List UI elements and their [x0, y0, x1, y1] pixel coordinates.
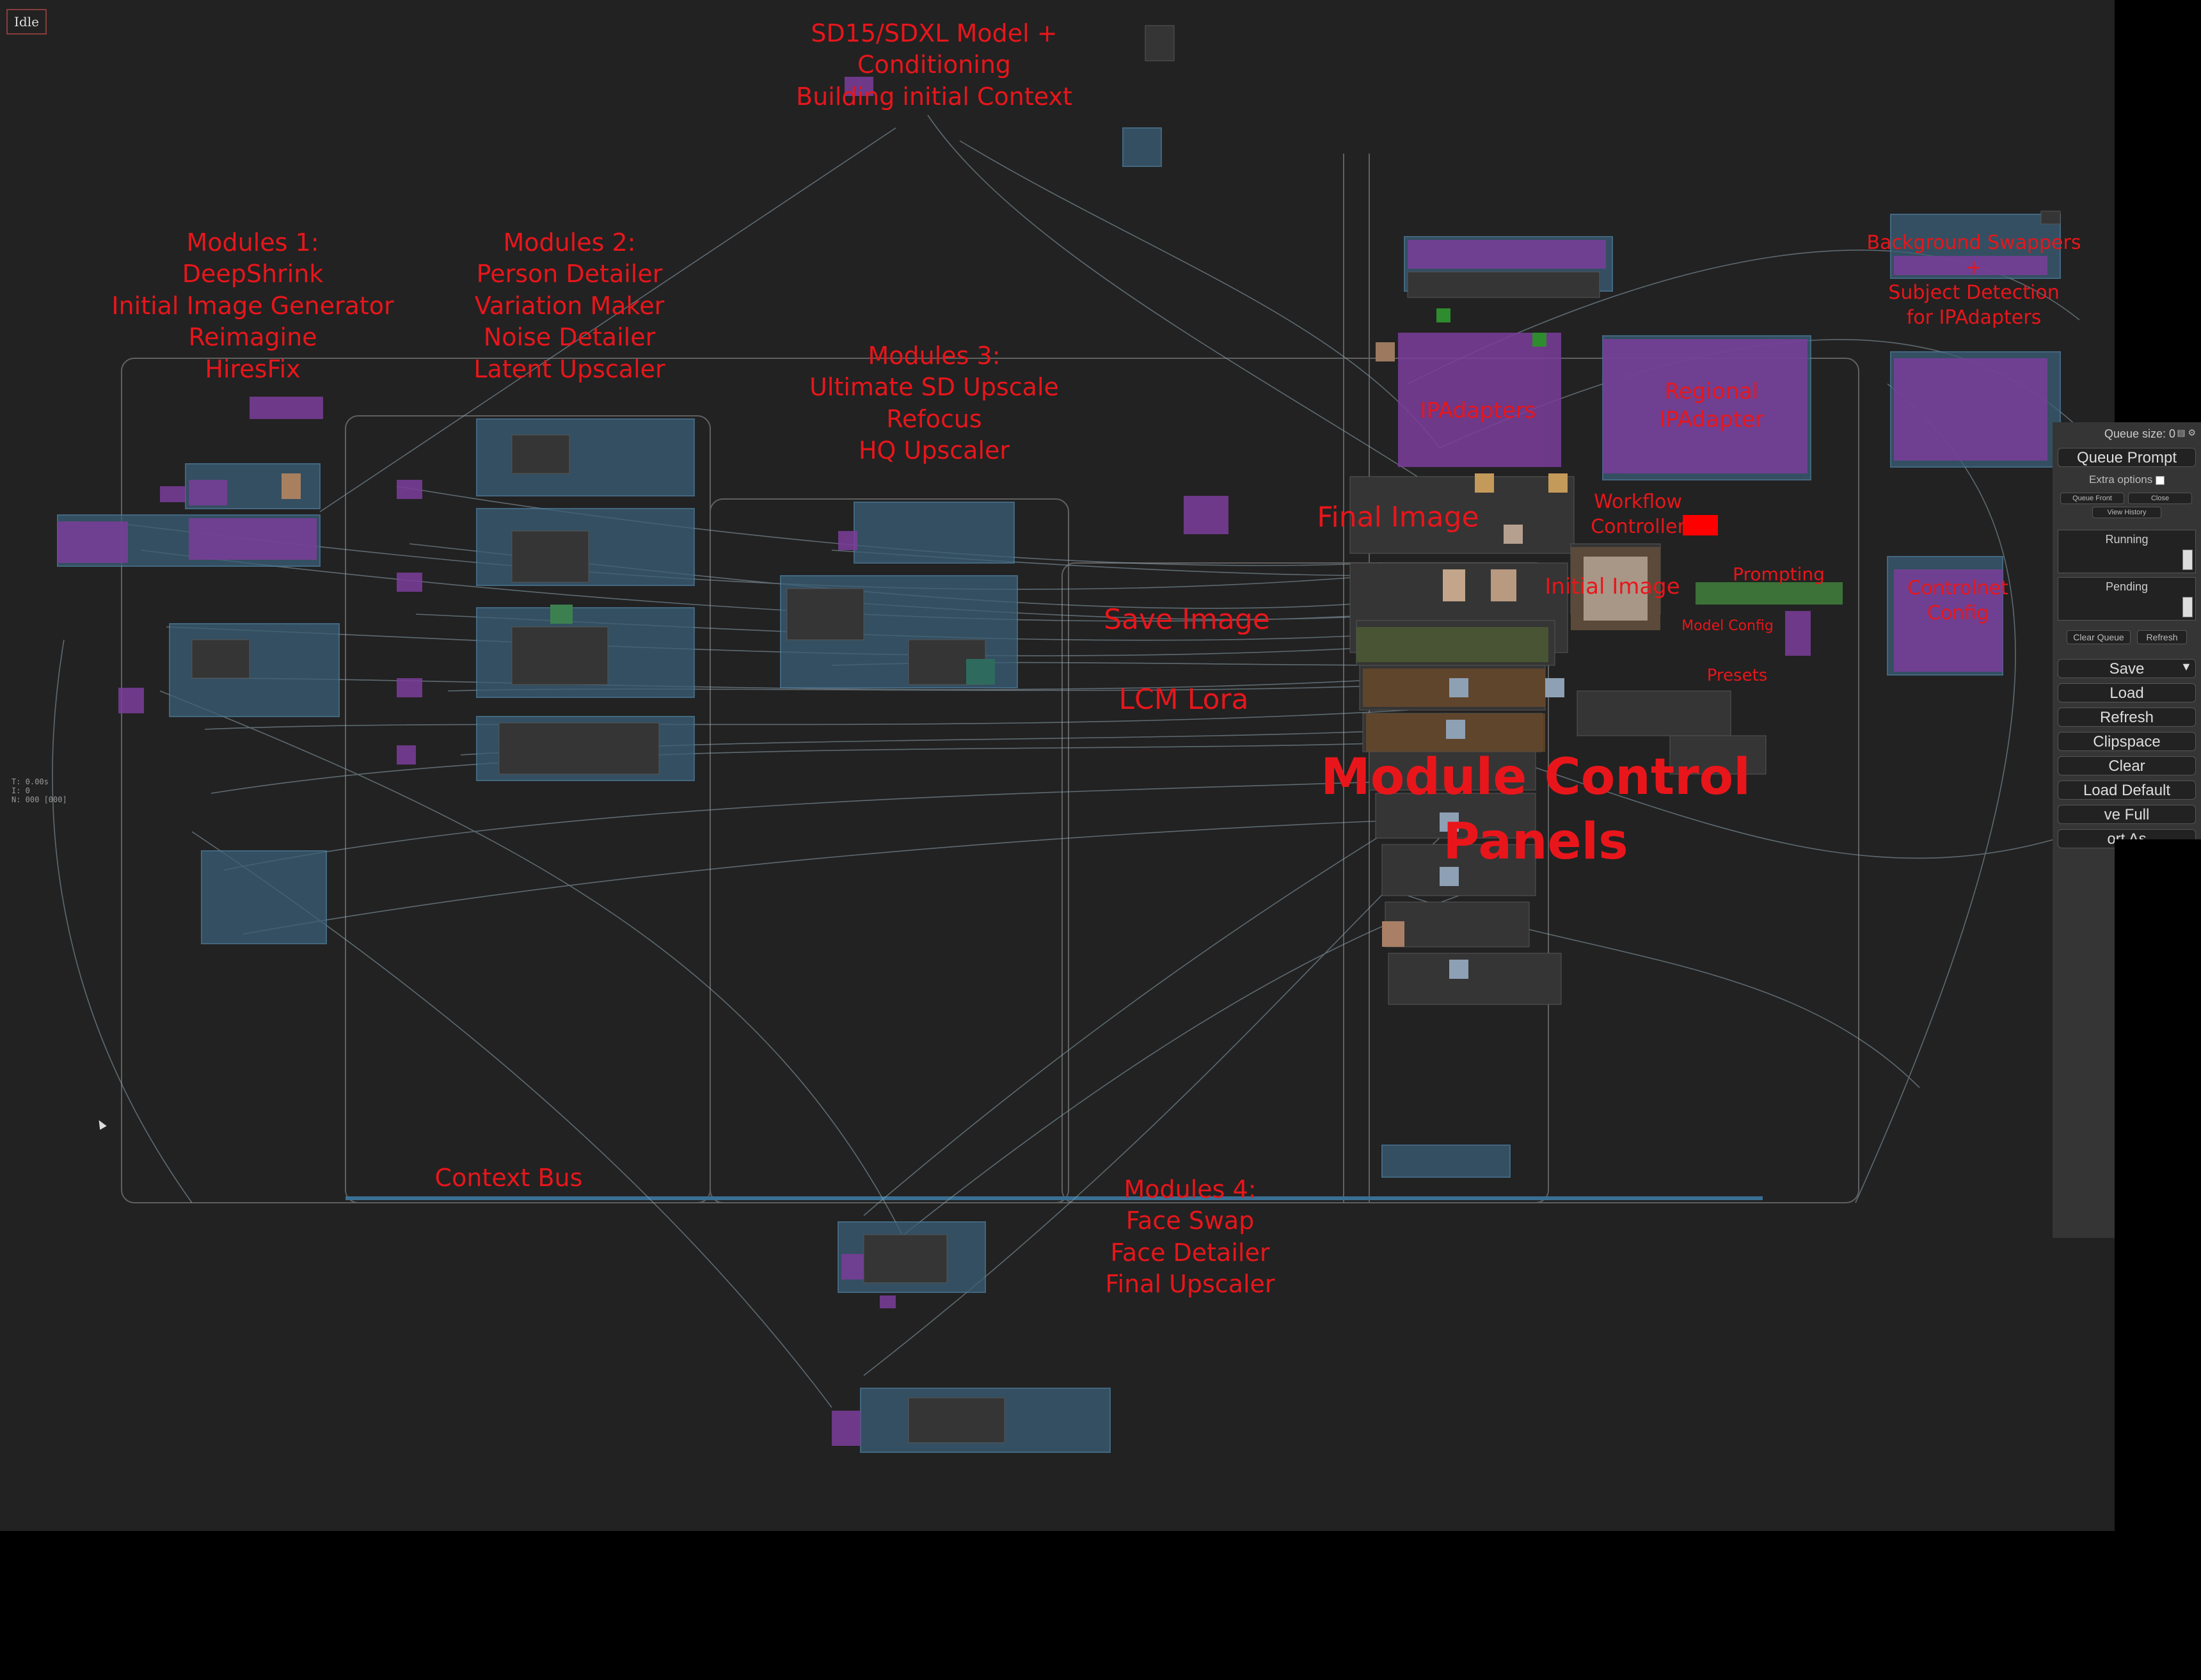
- refresh-queue-button[interactable]: Refresh: [2137, 630, 2187, 644]
- node-graph-canvas[interactable]: Idle T: 0.00s I: 0 N: 000 [000] SD15/SDX…: [0, 0, 2115, 1531]
- view-history-button[interactable]: View History: [2092, 507, 2161, 518]
- group-label-save-image: Save Image: [1104, 603, 1270, 636]
- group-label-model: SD15/SDXL Model + Conditioning Building …: [796, 19, 1072, 111]
- extra-options-label: Extra options: [2089, 473, 2153, 486]
- stat-nodes: N: 000 [000]: [12, 795, 67, 804]
- history-icon[interactable]: ▤: [2177, 427, 2185, 438]
- group-label-modules4: Modules 4: Face Swap Face Detailer Final…: [1105, 1175, 1275, 1299]
- running-scrollbar[interactable]: [2182, 550, 2193, 570]
- status-indicator: Idle: [6, 9, 47, 35]
- running-list[interactable]: Running: [2058, 530, 2196, 573]
- stat-iterations: I: 0: [12, 786, 30, 795]
- clear-button[interactable]: Clear: [2058, 756, 2196, 775]
- menu-icons[interactable]: ▤ ⚙: [2177, 427, 2196, 438]
- group-label-ipadapters: IPAdapters: [1420, 398, 1536, 424]
- group-label-modules1: Modules 1: DeepShrink Initial Image Gene…: [111, 228, 394, 383]
- gear-icon[interactable]: ⚙: [2188, 427, 2196, 438]
- stat-time: T: 0.00s: [12, 777, 49, 786]
- extra-options-row: Extra options: [2053, 473, 2201, 486]
- save-dropdown-icon[interactable]: ▼: [2181, 660, 2192, 674]
- pending-title: Pending: [2105, 580, 2149, 593]
- load-button[interactable]: Load: [2058, 683, 2196, 702]
- group-label-control-panels: Module Control Panels: [1321, 749, 1751, 871]
- save-full-button[interactable]: ve Full: [2058, 805, 2196, 824]
- group-label-controlnet: Controlnet Config: [1907, 577, 2008, 624]
- group-label-final-image: Final Image: [1317, 501, 1479, 534]
- close-button[interactable]: Close: [2128, 493, 2192, 504]
- extra-options-checkbox[interactable]: [2155, 475, 2165, 485]
- render-stats: T: 0.00s I: 0 N: 000 [000]: [12, 777, 67, 804]
- save-button[interactable]: Save: [2058, 659, 2196, 678]
- group-label-context-bus: Context Bus: [434, 1164, 583, 1192]
- pending-scrollbar[interactable]: [2182, 597, 2193, 617]
- group-label-modules2: Modules 2: Person Detailer Variation Mak…: [473, 228, 665, 383]
- group-label-initial-image: Initial Image: [1545, 574, 1680, 599]
- panel-occlusion: [2115, 839, 2201, 1530]
- group-label-background: Background Swappers + Subject Detection …: [1866, 232, 2081, 329]
- clipspace-button[interactable]: Clipspace: [2058, 732, 2196, 751]
- group-label-presets: Presets: [1706, 666, 1768, 685]
- group-label-regional: Regional IPAdapter: [1659, 379, 1764, 433]
- group-label-lcm-lora: LCM Lora: [1118, 683, 1249, 716]
- clear-queue-button[interactable]: Clear Queue: [2067, 630, 2131, 644]
- group-label-prompting: Prompting: [1733, 564, 1825, 585]
- queue-front-button[interactable]: Queue Front: [2060, 493, 2124, 504]
- group-label-workflow: Workflow Controller: [1591, 491, 1685, 538]
- queue-prompt-button[interactable]: Queue Prompt: [2058, 448, 2196, 467]
- pending-list[interactable]: Pending: [2058, 577, 2196, 621]
- load-default-button[interactable]: Load Default: [2058, 781, 2196, 800]
- group-label-model-config: Model Config: [1681, 618, 1774, 634]
- group-label-modules3: Modules 3: Ultimate SD Upscale Refocus H…: [809, 342, 1059, 465]
- refresh-button[interactable]: Refresh: [2058, 708, 2196, 727]
- running-title: Running: [2105, 533, 2149, 546]
